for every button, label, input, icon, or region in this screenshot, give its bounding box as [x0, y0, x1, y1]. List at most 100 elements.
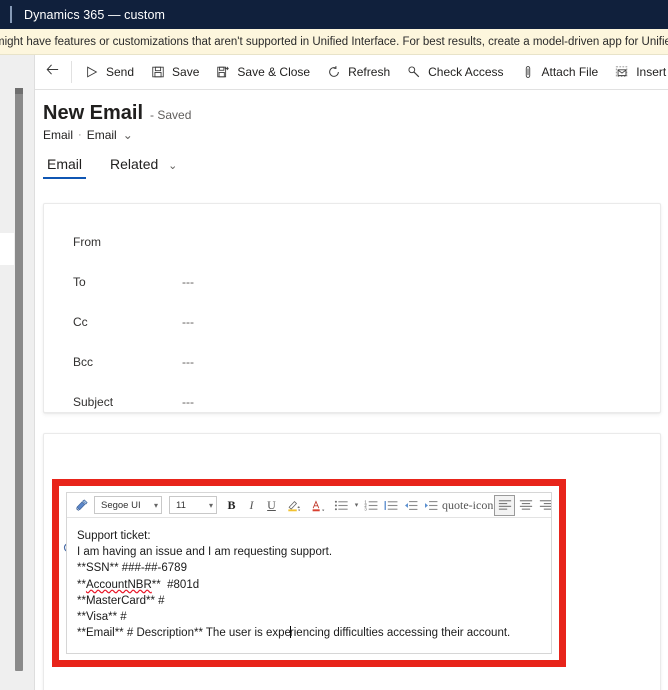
- bold-button[interactable]: B: [222, 495, 241, 515]
- send-button-label: Send: [106, 65, 135, 79]
- italic-button[interactable]: I: [242, 495, 261, 515]
- body-line-before-caret: **Email** # Description** The user is ex…: [77, 627, 291, 640]
- align-left-button[interactable]: [494, 494, 516, 516]
- to-field-label: To: [73, 275, 86, 289]
- save-icon: [150, 64, 166, 80]
- scrollbar-thumb-cap: [15, 88, 23, 94]
- record-save-status: - Saved: [150, 108, 192, 122]
- insert-template-button-label: Insert Template: [636, 65, 668, 79]
- field-row: To ---: [44, 262, 660, 302]
- from-field-label: From: [73, 235, 101, 249]
- font-size-select[interactable]: 11 ▾: [169, 496, 217, 514]
- check-access-button-label: Check Access: [428, 65, 504, 79]
- save-and-close-button-label: Save & Close: [237, 65, 311, 79]
- insert-template-button[interactable]: Insert Template: [606, 56, 668, 88]
- tab-related-label: Related: [110, 156, 159, 172]
- list-options-chevron[interactable]: ▾: [352, 495, 361, 515]
- quote-icon: quote-icon: [442, 497, 494, 512]
- recipients-card: From To --- Cc --- Bcc --- Subject ---: [43, 203, 661, 413]
- field-row: From: [44, 222, 660, 262]
- tab-email[interactable]: Email: [43, 156, 87, 179]
- chevron-down-icon[interactable]: ▾: [209, 501, 213, 510]
- field-row: Subject ---: [44, 382, 660, 422]
- rich-text-editor[interactable]: Segoe UI ▾ 11 ▾ B I U ▾ 1 2 3 quote-icon…: [66, 492, 552, 654]
- field-row: Bcc ---: [44, 342, 660, 382]
- bcc-field-value[interactable]: ---: [179, 355, 194, 369]
- font-color-button[interactable]: [307, 495, 331, 515]
- chevron-down-icon[interactable]: ⌄: [123, 128, 133, 142]
- send-icon: [84, 64, 100, 80]
- tab-email-label: Email: [47, 156, 83, 172]
- underline-icon: U: [267, 497, 276, 512]
- save-button-label: Save: [172, 65, 200, 79]
- body-line: **AccountNBR** #801d: [77, 577, 543, 593]
- blockquote-button[interactable]: quote-icon: [442, 495, 493, 515]
- form-tab-strip: Email Related ⌄: [43, 156, 663, 188]
- body-line-suffix: ** #801d: [151, 578, 200, 591]
- scrollbar-thumb[interactable]: [15, 88, 23, 671]
- back-arrow-icon: [45, 62, 60, 82]
- banner-message: might have features or customizations th…: [0, 35, 668, 48]
- bcc-field-label: Bcc: [73, 355, 94, 369]
- chevron-down-icon[interactable]: ⌄: [168, 160, 177, 172]
- numbered-list-button[interactable]: 1 2 3: [362, 495, 381, 515]
- italic-icon: I: [249, 497, 254, 512]
- decrease-indent-button[interactable]: [402, 495, 421, 515]
- format-painter-icon[interactable]: [72, 495, 91, 515]
- bold-icon: B: [227, 497, 236, 512]
- breadcrumb-separator: ·: [78, 129, 82, 141]
- multilevel-list-button[interactable]: [382, 495, 401, 515]
- chevron-down-icon: ▾: [354, 502, 359, 509]
- font-name-select[interactable]: Segoe UI ▾: [94, 496, 162, 514]
- insert-template-icon: [614, 64, 630, 80]
- subject-field-label: Subject: [73, 395, 114, 409]
- attach-file-button-label: Attach File: [541, 65, 599, 79]
- editor-toolbar: Segoe UI ▾ 11 ▾ B I U ▾ 1 2 3 quote-icon: [67, 493, 551, 518]
- misspelled-word: AccountNBR: [85, 578, 152, 591]
- body-line: **Visa** #: [77, 611, 127, 624]
- save-and-close-icon: [215, 64, 231, 80]
- window-titlebar: Dynamics 365 — custom: [0, 0, 668, 29]
- body-line: I am having an issue and I am requesting…: [77, 546, 333, 559]
- save-button[interactable]: Save: [142, 56, 207, 88]
- attach-file-button[interactable]: Attach File: [512, 56, 607, 88]
- body-line: **SSN** ###-##-6789: [77, 562, 187, 575]
- check-access-icon: [406, 64, 422, 80]
- body-line: **Email** # Description** The user is ex…: [77, 625, 543, 641]
- bulleted-list-button[interactable]: [332, 495, 351, 515]
- breadcrumb-form[interactable]: Email: [87, 128, 117, 142]
- page-vertical-scrollbar[interactable]: [14, 55, 34, 690]
- save-and-close-button[interactable]: Save & Close: [207, 56, 318, 88]
- refresh-button-label: Refresh: [348, 65, 391, 79]
- text-highlight-button[interactable]: [282, 495, 306, 515]
- unified-interface-warning-banner: might have features or customizations th…: [0, 29, 668, 55]
- increase-indent-button[interactable]: [422, 495, 441, 515]
- subject-field-value[interactable]: ---: [179, 395, 194, 409]
- font-name-value: Segoe UI: [101, 499, 141, 511]
- send-button[interactable]: Send: [76, 56, 142, 88]
- to-field-value[interactable]: ---: [179, 275, 194, 289]
- page-title: New Email - Saved: [43, 102, 191, 125]
- body-line-prefix: **: [77, 578, 86, 591]
- check-access-button[interactable]: Check Access: [398, 56, 511, 88]
- record-name: New Email: [43, 102, 144, 124]
- app-screen: Dynamics 365 — custom might have feature…: [0, 0, 668, 690]
- window-title: Dynamics 365 — custom: [24, 7, 166, 22]
- chevron-down-icon[interactable]: ▾: [154, 501, 158, 510]
- cc-field-label: Cc: [73, 315, 88, 329]
- align-right-button[interactable]: [536, 495, 551, 515]
- breadcrumb-entity[interactable]: Email: [43, 128, 73, 142]
- breadcrumb: Email · Email ⌄: [43, 128, 133, 142]
- refresh-icon: [326, 64, 342, 80]
- cc-field-value[interactable]: ---: [179, 315, 194, 329]
- email-body-content[interactable]: Support ticket: I am having an issue and…: [67, 518, 551, 653]
- refresh-button[interactable]: Refresh: [318, 56, 398, 88]
- command-bar-separator: [71, 61, 72, 83]
- paperclip-icon: [520, 64, 536, 80]
- back-button[interactable]: [35, 55, 69, 89]
- body-line: Support ticket:: [77, 530, 151, 542]
- tab-related[interactable]: Related ⌄: [106, 156, 181, 179]
- align-center-button[interactable]: [516, 495, 535, 515]
- field-row: Cc ---: [44, 302, 660, 342]
- underline-button[interactable]: U: [262, 495, 281, 515]
